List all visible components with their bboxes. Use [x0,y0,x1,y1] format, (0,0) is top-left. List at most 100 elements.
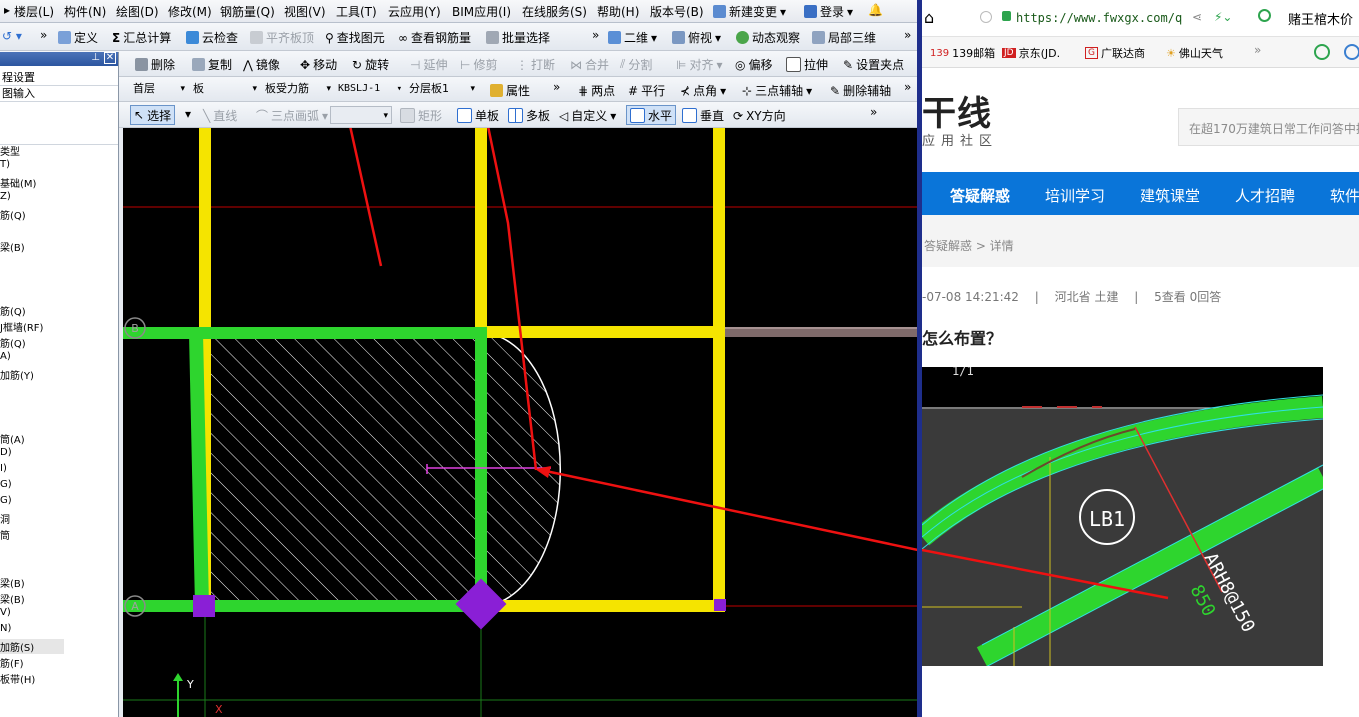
toolbar-overflow-icon[interactable]: » [553,80,560,94]
tree-item[interactable]: 加筋(Y) [0,367,34,382]
multi-slab-button[interactable]: 多板 [508,107,550,124]
offset-button[interactable]: ◎ 偏移 [735,56,773,73]
break-button[interactable]: ⋮ 打断 [516,56,555,73]
tree-item[interactable]: 类型 [0,143,20,158]
two-point-button[interactable]: ⋕ 两点 [578,82,615,99]
toolbar-overflow-icon[interactable]: » [904,80,911,94]
drawing-input-item[interactable]: 图输入 [0,86,118,102]
tree-item[interactable]: V) [0,607,11,618]
menu-edit[interactable]: 修改(M) [168,3,212,20]
tree-item[interactable]: G) [0,495,12,506]
project-settings-item[interactable]: 程设置 [0,70,118,86]
menu-draw[interactable]: 绘图(D) [116,3,159,20]
close-icon[interactable]: ✕ [104,52,116,64]
menu-version[interactable]: 版本号(B) [650,3,704,20]
menu-floor[interactable]: 楼层(L) [14,3,54,20]
tree-item[interactable]: D) [0,447,12,458]
tree-item[interactable]: 梁(B) [0,239,25,254]
tree-item[interactable]: 筒 [0,527,10,542]
tree-item[interactable]: 梁(B) [0,575,25,590]
rebar-type-select[interactable]: 板受力筋 ▾ [262,80,334,98]
delete-axis-button[interactable]: ✎ 删除辅轴 [830,82,891,99]
rect-button[interactable]: 矩形 [400,107,442,124]
tree-item[interactable]: Z) [0,191,11,202]
undo-icon[interactable]: ↺ ▾ [2,29,22,43]
three-point-axis-dropdown[interactable]: ⊹ 三点辅轴 ▾ [742,82,812,99]
custom-dropdown[interactable]: ◁ 自定义 ▾ [559,107,616,124]
view-2d-dropdown[interactable]: 二维 ▾ [608,29,657,46]
copy-button[interactable]: 复制 [192,56,232,73]
xy-direction-button[interactable]: ⟳ XY方向 [733,107,786,124]
extend-button[interactable]: ⊣ 延伸 [410,56,447,73]
tree-item[interactable]: 筋(Q) [0,303,26,318]
menu-rebar-qty[interactable]: 钢筋量(Q) [220,3,275,20]
new-change-button[interactable]: 新建变更 ▾ [713,3,786,20]
bell-icon[interactable]: 🔔 [868,3,883,17]
tree-item[interactable]: 板带(H) [0,671,35,686]
tree-item[interactable]: A) [0,351,11,362]
tree-item[interactable]: 梁(B) [0,591,25,606]
layer-select[interactable]: 分层板1 ▾ [406,80,478,98]
view-rebar-button[interactable]: ∞ 查看钢筋量 [398,29,471,46]
single-slab-button[interactable]: 单板 [457,107,499,124]
tree-item[interactable]: N) [0,623,11,634]
local-3d-button[interactable]: 局部三维 [812,29,876,46]
menu-bim[interactable]: BIM应用(I) [452,3,511,20]
delete-button[interactable]: 删除 [135,56,175,73]
tree-item[interactable]: 洞 [0,511,10,526]
point-angle-dropdown[interactable]: ⊀ 点角 ▾ [680,82,726,99]
tree-item[interactable]: T) [0,159,10,170]
component-select[interactable]: 板 ▾ [190,80,260,98]
menu-view[interactable]: 视图(V) [284,3,326,20]
menu-component[interactable]: 构件(N) [64,3,106,20]
menu-tools[interactable]: 工具(T) [336,3,377,20]
find-element-button[interactable]: ⚲ 查找图元 [325,29,385,46]
properties-button[interactable]: 属性 [490,82,530,99]
plan-view-dropdown[interactable]: 俯视 ▾ [672,29,721,46]
menu-modify[interactable]: ▸ [4,3,10,17]
menu-cloud[interactable]: 云应用(Y) [388,3,441,20]
arc-option-select[interactable]: ▾ [330,106,392,124]
tree-item[interactable]: I) [0,463,7,474]
menu-help[interactable]: 帮助(H) [597,3,639,20]
trim-button[interactable]: ⊢ 修剪 [460,56,497,73]
toolbar-overflow-icon[interactable]: » [592,28,599,42]
drawing-canvas[interactable]: B A Y X [123,128,918,717]
rotate-button[interactable]: ↻ 旋转 [352,56,389,73]
toolbar-overflow-icon[interactable]: » [904,28,911,42]
tree-item[interactable]: G) [0,479,12,490]
tree-item[interactable]: 筋(Q) [0,207,26,222]
batch-select-button[interactable]: 批量选择 [486,29,550,46]
horizontal-button[interactable]: 水平 [626,105,677,125]
tree-item[interactable]: 筋(Q) [0,335,26,350]
cloud-check-button[interactable]: 云检查 [186,29,238,46]
define-button[interactable]: 定义 [58,29,98,46]
line-button[interactable]: ╲ 直线 [203,107,237,124]
login-button[interactable]: 登录 ▾ [804,3,853,20]
flat-top-button[interactable]: 平齐板顶 [250,29,314,46]
select-tool-button[interactable]: ↖ 选择 [130,105,176,125]
select-dropdown-arrow[interactable]: ▾ [185,107,191,121]
floor-select[interactable]: 首层 ▾ [130,80,188,98]
pin-icon[interactable]: ⊥ [91,52,100,63]
tree-item[interactable]: 基础(M) [0,175,36,190]
name-select[interactable]: KBSLJ-1 ▾ [335,80,405,98]
toolbar-overflow-icon[interactable]: » [40,28,47,42]
tree-item[interactable]: 筋(F) [0,655,24,670]
split-button[interactable]: ⫽ 分割 [620,56,652,73]
dynamic-view-button[interactable]: 动态观察 [736,29,800,46]
tree-item[interactable]: 筒(A) [0,431,25,446]
sum-calc-button[interactable]: Σ 汇总计算 [112,29,171,46]
set-grip-button[interactable]: ✎ 设置夹点 [843,56,904,73]
vertical-button[interactable]: 垂直 [682,107,724,124]
move-button[interactable]: ✥ 移动 [300,56,337,73]
menu-online[interactable]: 在线服务(S) [522,3,587,20]
toolbar-overflow-icon[interactable]: » [870,105,877,119]
tree-item[interactable]: J框墙(RF) [0,319,43,334]
align-dropdown[interactable]: ⊫ 对齐 ▾ [676,56,723,73]
stretch-button[interactable]: 拉伸 [786,56,828,73]
merge-button[interactable]: ⋈ 合并 [570,56,609,73]
tree-item[interactable]: 加筋(S) [0,639,65,654]
arc-dropdown[interactable]: ⌒ 三点画弧 ▾ [256,107,328,124]
parallel-button[interactable]: # 平行 [628,82,665,99]
